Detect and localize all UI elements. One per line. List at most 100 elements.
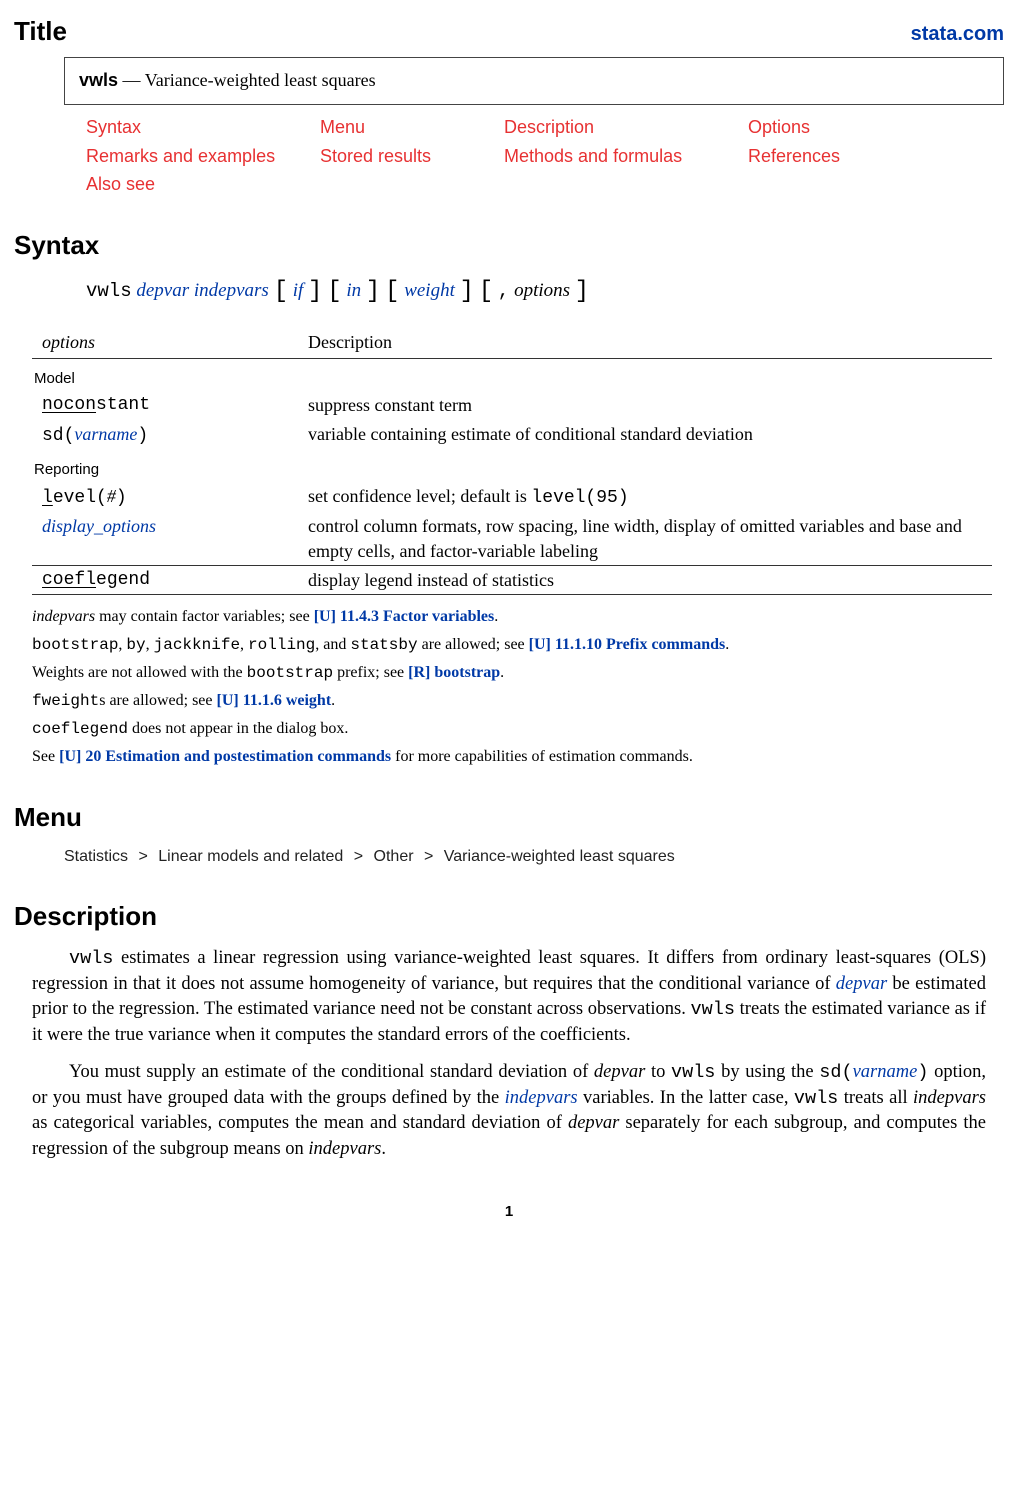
desc-p2-indepvars2: indepvars	[913, 1088, 986, 1108]
option-row-noconstant: noconstant suppress constant term	[32, 391, 992, 419]
desc-p2-sd-open: sd(	[819, 1062, 852, 1083]
page-number: 1	[14, 1202, 1004, 1222]
title-box-dash: —	[123, 70, 145, 90]
desc-p2-varname-link[interactable]: varname	[853, 1062, 918, 1082]
syntax-indepvars-link[interactable]: indepvars	[194, 280, 269, 301]
desc-p2-j: treats all	[838, 1088, 913, 1108]
option-level-default: level(95)	[531, 488, 628, 508]
menu-path-sep-1: >	[132, 848, 153, 865]
toc-link-syntax[interactable]: Syntax	[86, 115, 316, 139]
options-group-model: Model	[32, 359, 992, 391]
toc-link-methods[interactable]: Methods and formulas	[504, 144, 744, 168]
note6-a: See	[32, 748, 59, 765]
note2-jackknife: jackknife	[154, 636, 240, 654]
syntax-notes: indepvars may contain factor variables; …	[32, 605, 1004, 768]
syntax-depvar-link[interactable]: depvar	[136, 280, 189, 301]
syntax-in-link[interactable]: in	[346, 280, 361, 301]
option-level-rest: evel(	[53, 488, 107, 508]
toc-link-references[interactable]: References	[748, 144, 928, 168]
option-display-options-link[interactable]: display_options	[42, 516, 156, 536]
desc-p2-sd-close: )	[917, 1062, 928, 1083]
bracket-close-4: ]	[575, 278, 589, 305]
title-box-command: vwls	[79, 70, 118, 90]
bracket-open: [	[274, 278, 288, 305]
desc-p2-indepvars-link[interactable]: indepvars	[505, 1088, 578, 1108]
option-noconstant-desc: suppress constant term	[298, 391, 992, 419]
toc-link-menu[interactable]: Menu	[320, 115, 500, 139]
option-row-level: level(#) set confidence level; default i…	[32, 482, 992, 512]
toc: Syntax Menu Description Options Remarks …	[86, 115, 1004, 196]
menu-path-a: Statistics	[64, 848, 128, 865]
title-heading: Title	[14, 14, 67, 49]
options-col-description: Description	[298, 326, 992, 359]
note4-fweight: fweight	[32, 692, 99, 710]
option-sd-post: )	[137, 426, 148, 446]
option-noconstant-rest: stant	[96, 395, 150, 415]
menu-path-d: Variance-weighted least squares	[444, 848, 675, 865]
option-sd-desc: variable containing estimate of conditio…	[298, 420, 992, 450]
note1-text-a: may contain factor variables; see	[95, 608, 314, 625]
note2-link[interactable]: [U] 11.1.10 Prefix commands	[529, 636, 726, 653]
note6-link[interactable]: [U] 20 Estimation and postestimation com…	[59, 748, 391, 765]
option-sd-varname-link[interactable]: varname	[74, 424, 137, 444]
note3-a: Weights are not allowed with the	[32, 664, 247, 681]
note4-link[interactable]: [U] 11.1.6 weight	[217, 692, 332, 709]
desc-p1-ols: OLS	[945, 948, 980, 968]
desc-p2-l: as categorical variables, computes the m…	[32, 1113, 568, 1133]
desc-p1-b: estimates a linear regression using vari…	[113, 948, 944, 968]
option-level-desc-pre: set confidence level; default is	[308, 486, 531, 506]
note3-bootstrap: bootstrap	[247, 664, 333, 682]
bracket-open-3: [	[385, 278, 399, 305]
note2-rolling: rolling	[248, 636, 315, 654]
bracket-open-2: [	[327, 278, 341, 305]
note4-c: .	[331, 692, 335, 709]
toc-link-also-see[interactable]: Also see	[86, 172, 316, 196]
brand-link[interactable]: stata.com	[911, 21, 1004, 48]
option-row-coeflegend: coeflegend display legend instead of sta…	[32, 566, 992, 595]
toc-link-stored[interactable]: Stored results	[320, 144, 500, 168]
desc-p2-vwls: vwls	[671, 1062, 715, 1083]
option-row-display-options: display_options control column formats, …	[32, 512, 992, 565]
desc-p2-depvar: depvar	[594, 1062, 645, 1082]
note1-text-b: .	[494, 608, 498, 625]
option-coeflegend-underlined: coefl	[42, 570, 96, 590]
desc-p2-vwls2: vwls	[794, 1088, 838, 1109]
syntax-weight-link[interactable]: weight	[404, 280, 455, 301]
syntax-line: vwls depvar indepvars [ if ] [ in ] [ we…	[86, 275, 1004, 307]
syntax-cmd: vwls	[86, 280, 132, 302]
option-row-sd: sd(varname) variable containing estimate…	[32, 420, 992, 450]
note1-link[interactable]: [U] 11.4.3 Factor variables	[314, 608, 495, 625]
syntax-if-link[interactable]: if	[293, 280, 304, 301]
toc-link-description[interactable]: Description	[504, 115, 744, 139]
toc-link-remarks[interactable]: Remarks and examples	[86, 144, 316, 168]
menu-path-c: Other	[374, 848, 414, 865]
bracket-close-3: ]	[460, 278, 474, 305]
option-level-close: )	[116, 488, 127, 508]
desc-p2-p: .	[381, 1139, 386, 1159]
section-syntax-heading: Syntax	[14, 228, 1004, 263]
note3-link[interactable]: [R] bootstrap	[408, 664, 500, 681]
option-display-options-desc: control column formats, row spacing, lin…	[298, 512, 992, 565]
desc-p2-b: to	[645, 1062, 671, 1082]
toc-link-options[interactable]: Options	[748, 115, 928, 139]
syntax-options: options	[514, 280, 570, 301]
desc-p1-vwls2: vwls	[691, 999, 735, 1020]
title-box-desc: Variance-weighted least squares	[145, 70, 376, 90]
note2-statsby: statsby	[350, 636, 417, 654]
options-col-option: options	[32, 326, 298, 359]
desc-p2-depvar2: depvar	[568, 1113, 619, 1133]
note2-bootstrap: bootstrap	[32, 636, 118, 654]
note5-coeflegend: coeflegend	[32, 720, 128, 738]
options-group-reporting: Reporting	[32, 450, 992, 482]
syntax-comma: ,	[498, 280, 509, 302]
bracket-open-4: [	[479, 278, 493, 305]
option-sd-pre: sd(	[42, 426, 74, 446]
bracket-close: ]	[308, 278, 322, 305]
desc-p2-a: You must supply an estimate of the condi…	[69, 1062, 594, 1082]
desc-p1-depvar-link[interactable]: depvar	[836, 974, 887, 994]
desc-p2-h: variables. In the latter case,	[578, 1088, 794, 1108]
description-paragraph-1: vwls estimates a linear regression using…	[32, 946, 986, 1048]
option-noconstant-underlined: nocon	[42, 395, 96, 415]
menu-path-sep-3: >	[418, 848, 439, 865]
description-paragraph-2: You must supply an estimate of the condi…	[32, 1060, 986, 1162]
